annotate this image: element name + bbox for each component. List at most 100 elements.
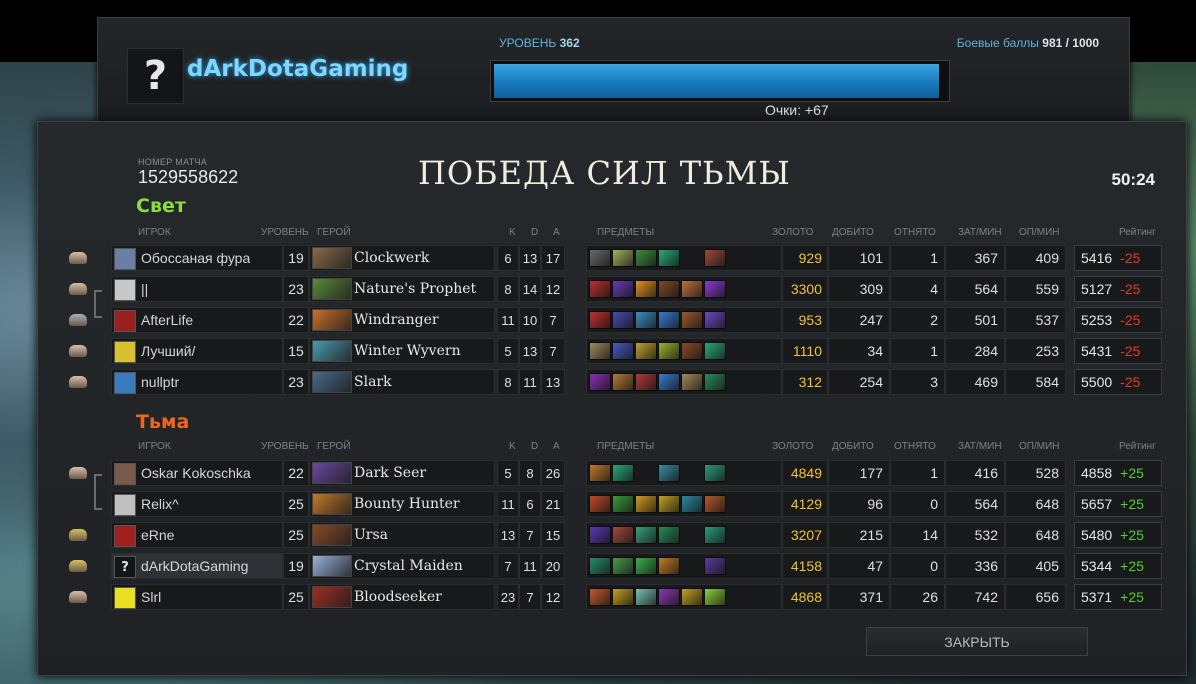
player-row[interactable]: Oskar Kokoschka 22 Dark Seer 5 8 26 4849 177 1 41… [111, 460, 1066, 486]
hero-portrait-icon[interactable] [312, 278, 352, 300]
item-icon[interactable] [635, 311, 657, 329]
item-icon[interactable] [635, 526, 657, 544]
player-name-cell[interactable]: Oskar Kokoschka [111, 460, 283, 486]
item-icon[interactable] [704, 588, 726, 606]
item-icon[interactable] [612, 342, 634, 360]
hero-name-cell[interactable]: Bounty Hunter [309, 491, 495, 517]
item-icon[interactable] [681, 280, 703, 298]
player-name-cell[interactable]: Slrl [111, 584, 283, 610]
item-icon[interactable] [589, 495, 611, 513]
item-icon[interactable] [704, 311, 726, 329]
item-icon[interactable] [612, 526, 634, 544]
rank-medal-icon[interactable] [69, 376, 87, 388]
hero-name-cell[interactable]: Bloodseeker [309, 584, 495, 610]
item-icon[interactable] [612, 311, 634, 329]
hero-portrait-icon[interactable] [312, 247, 352, 269]
player-avatar-icon[interactable] [114, 341, 136, 363]
hero-name-cell[interactable]: Dark Seer [309, 460, 495, 486]
player-row[interactable]: AfterLife 22 Windranger 11 10 7 953 247 2 501 537 [111, 307, 1066, 333]
item-icon[interactable] [658, 249, 680, 267]
player-name-cell[interactable]: || [111, 276, 283, 302]
player-name-cell[interactable]: Лучший/ [111, 338, 283, 364]
close-button[interactable]: ЗАКРЫТЬ [866, 627, 1088, 656]
item-icon[interactable] [589, 588, 611, 606]
rank-medal-icon[interactable] [69, 529, 87, 541]
item-icon[interactable] [635, 557, 657, 575]
item-icon[interactable] [658, 311, 680, 329]
item-icon[interactable] [635, 495, 657, 513]
player-avatar-icon[interactable]: ? [114, 556, 136, 578]
item-icon[interactable] [589, 464, 611, 482]
hero-portrait-icon[interactable] [312, 340, 352, 362]
item-icon[interactable] [589, 280, 611, 298]
item-icon[interactable] [589, 373, 611, 391]
item-icon[interactable] [704, 373, 726, 391]
item-icon[interactable] [658, 588, 680, 606]
item-icon[interactable] [704, 342, 726, 360]
hero-name-cell[interactable]: Nature's Prophet [309, 276, 495, 302]
player-name-cell[interactable]: Relix^ [111, 491, 283, 517]
rank-medal-icon[interactable] [69, 467, 87, 479]
item-icon[interactable] [681, 495, 703, 513]
hero-portrait-icon[interactable] [312, 371, 352, 393]
item-icon[interactable] [589, 311, 611, 329]
item-icon[interactable] [658, 464, 680, 482]
item-icon[interactable] [635, 342, 657, 360]
rank-medal-icon[interactable] [69, 560, 87, 572]
item-icon[interactable] [635, 373, 657, 391]
item-icon[interactable] [658, 373, 680, 391]
item-icon[interactable] [589, 249, 611, 267]
player-row[interactable]: Обоссаная фура 19 Clockwerk 6 13 17 929 101 1 367… [111, 245, 1066, 271]
player-avatar-icon[interactable] [114, 248, 136, 270]
item-icon[interactable] [635, 588, 657, 606]
player-name-cell[interactable]: AfterLife [111, 307, 283, 333]
hero-name-cell[interactable]: Crystal Maiden [309, 553, 495, 579]
profile-name[interactable]: dArkDotaGaming [187, 56, 408, 82]
player-name-cell[interactable]: ? dArkDotaGaming [111, 553, 283, 579]
player-row[interactable]: ? dArkDotaGaming 19 Crystal Maiden 7 11 20 4158… [111, 553, 1066, 579]
item-icon[interactable] [704, 526, 726, 544]
hero-portrait-icon[interactable] [312, 586, 352, 608]
player-avatar-icon[interactable] [114, 279, 136, 301]
item-icon[interactable] [658, 495, 680, 513]
hero-portrait-icon[interactable] [312, 524, 352, 546]
player-avatar-icon[interactable] [114, 494, 136, 516]
item-icon[interactable] [658, 342, 680, 360]
item-icon[interactable] [635, 280, 657, 298]
hero-name-cell[interactable]: Windranger [309, 307, 495, 333]
item-icon[interactable] [658, 557, 680, 575]
item-icon[interactable] [704, 280, 726, 298]
item-icon[interactable] [612, 495, 634, 513]
hero-name-cell[interactable]: Clockwerk [309, 245, 495, 271]
hero-portrait-icon[interactable] [312, 309, 352, 331]
player-avatar-icon[interactable] [114, 310, 136, 332]
item-icon[interactable] [681, 588, 703, 606]
profile-avatar[interactable]: ? [127, 48, 184, 104]
item-icon[interactable] [681, 342, 703, 360]
item-icon[interactable] [612, 464, 634, 482]
hero-portrait-icon[interactable] [312, 462, 352, 484]
item-icon[interactable] [589, 557, 611, 575]
hero-name-cell[interactable]: Winter Wyvern [309, 338, 495, 364]
item-icon[interactable] [658, 280, 680, 298]
player-row[interactable]: || 23 Nature's Prophet 8 14 12 3300 309 4 564 559 [111, 276, 1066, 302]
player-row[interactable]: Лучший/15 Winter Wyvern 5 13 7 1110 34 1 284 253 [111, 338, 1066, 364]
item-icon[interactable] [704, 249, 726, 267]
item-icon[interactable] [612, 557, 634, 575]
player-row[interactable]: Slrl 25 Bloodseeker 23 7 12 4868 371 26 742 656 [111, 584, 1066, 610]
match-id[interactable]: 1529558622 [138, 167, 238, 188]
item-icon[interactable] [635, 249, 657, 267]
item-icon[interactable] [704, 464, 726, 482]
player-name-cell[interactable]: Обоссаная фура [111, 245, 283, 271]
player-avatar-icon[interactable] [114, 525, 136, 547]
player-name-cell[interactable]: nullptr [111, 369, 283, 395]
item-icon[interactable] [612, 588, 634, 606]
player-avatar-icon[interactable] [114, 372, 136, 394]
hero-name-cell[interactable]: Slark [309, 369, 495, 395]
rank-medal-icon[interactable] [69, 345, 87, 357]
hero-portrait-icon[interactable] [312, 493, 352, 515]
item-icon[interactable] [612, 373, 634, 391]
player-avatar-icon[interactable] [114, 587, 136, 609]
hero-name-cell[interactable]: Ursa [309, 522, 495, 548]
item-icon[interactable] [612, 249, 634, 267]
